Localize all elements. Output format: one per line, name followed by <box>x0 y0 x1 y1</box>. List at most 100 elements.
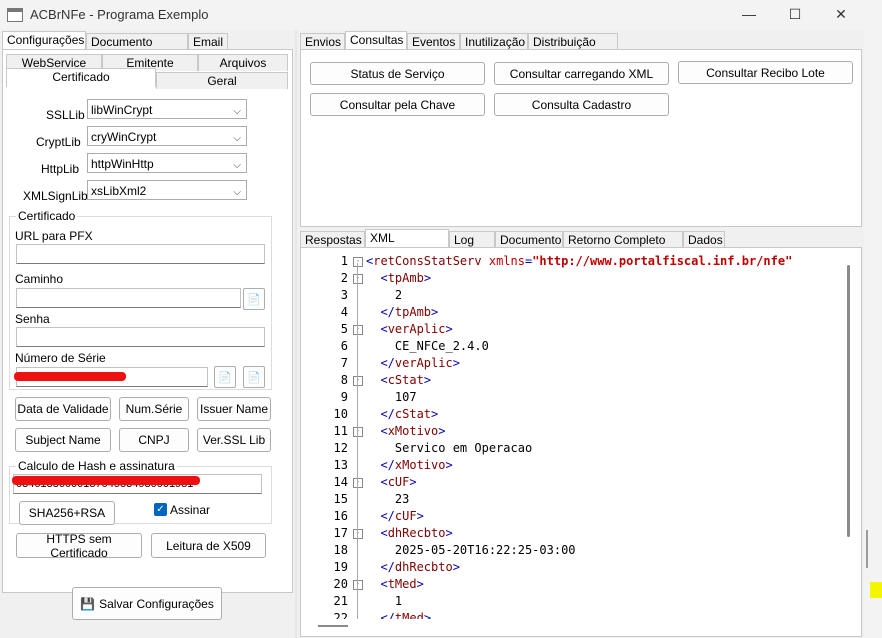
fold-toggle-icon[interactable]: - <box>353 427 363 437</box>
httplib-label: HttpLib <box>41 162 80 176</box>
xml-code: </verAplic> <box>380 356 460 370</box>
subject-name-button[interactable]: Subject Name <box>15 428 111 452</box>
ver-ssl-lib-button[interactable]: Ver.SSL Lib <box>197 428 271 452</box>
file-icon: 📄 <box>218 371 232 384</box>
xml-line: 2- <tpAmb> <box>304 270 844 287</box>
data-validade-button[interactable]: Data de Validade <box>15 397 111 421</box>
xml-code: 23 <box>366 492 410 506</box>
xml-line: 6 CE_NFCe_2.4.0 <box>304 338 844 355</box>
file-icon: 📄 <box>247 371 261 384</box>
line-number: 11 <box>333 424 348 438</box>
left-tabs: Configurações Documento Auxiliar Email <box>2 31 228 65</box>
ssllib-select[interactable]: libWinCrypt ⌵ <box>87 99 247 119</box>
caminho-input[interactable] <box>16 288 241 308</box>
xml-code: <retConsStatServ xmlns="http://www.porta… <box>366 254 793 268</box>
consultar-recibo-lote-button[interactable]: Consultar Recibo Lote <box>678 61 853 84</box>
fold-toggle-icon[interactable]: - <box>353 325 363 335</box>
tab-respostas[interactable]: Respostas <box>300 231 365 248</box>
cryptlib-select[interactable]: cryWinCrypt ⌵ <box>87 126 247 146</box>
tab-distribuicao-dfe[interactable]: Distribuição DFe <box>528 33 618 65</box>
num-serie-button[interactable]: Num.Série <box>119 397 189 421</box>
line-number: 17 <box>333 526 348 540</box>
tab-configuracoes[interactable]: Configurações <box>2 31 86 50</box>
minimize-button[interactable]: — <box>726 0 772 30</box>
xml-line: 18 2025-05-20T16:22:25-03:00 <box>304 542 844 559</box>
tab-xml-resposta[interactable]: XML Resposta <box>365 229 449 261</box>
fold-toggle-icon[interactable]: - <box>353 274 363 284</box>
xml-code: </tMed> <box>380 611 432 619</box>
assinar-label: Assinar <box>170 503 211 517</box>
line-number: 5 <box>340 322 348 336</box>
app-icon <box>7 8 23 22</box>
chevron-down-icon: ⌵ <box>233 106 241 117</box>
vertical-scrollbar-thumb[interactable] <box>847 265 850 537</box>
tab-documento[interactable]: Documento <box>495 231 563 248</box>
line-number: 3 <box>340 288 348 302</box>
ssllib-label: SSLLib <box>46 108 85 122</box>
close-button[interactable]: ✕ <box>818 0 864 30</box>
edge-scroll-thumb <box>866 530 868 568</box>
consultar-pela-chave-button[interactable]: Consultar pela Chave <box>310 93 485 116</box>
leitura-x509-button[interactable]: Leitura de X509 <box>151 533 266 558</box>
fold-toggle-icon[interactable]: - <box>353 580 363 590</box>
consultar-carregando-xml-button[interactable]: Consultar carregando XML <box>494 62 669 85</box>
title-bar: ACBrNFe - Programa Exemplo — ☐ ✕ <box>0 0 882 30</box>
splitter[interactable] <box>295 30 297 638</box>
tab-arquivos[interactable]: Arquivos <box>198 54 288 71</box>
right-pane: Envios Consultas Eventos Inutilização Di… <box>298 30 882 638</box>
xml-line: 9 107 <box>304 389 844 406</box>
url-pfx-input[interactable] <box>16 244 265 264</box>
file-icon: 📄 <box>247 293 261 306</box>
xml-line: 22 </tMed> <box>304 610 844 619</box>
httplib-select[interactable]: httpWinHttp ⌵ <box>87 153 247 173</box>
maximize-button[interactable]: ☐ <box>772 0 818 30</box>
tab-inutilizacao[interactable]: Inutilização <box>460 33 528 50</box>
cnpj-button[interactable]: CNPJ <box>119 428 189 452</box>
serie-select-button[interactable]: 📄 <box>214 366 236 388</box>
tab-email[interactable]: Email <box>188 33 228 50</box>
xml-code: 2025-05-20T16:22:25-03:00 <box>366 543 576 557</box>
url-pfx-label: URL para PFX <box>15 229 93 243</box>
assinar-checkbox[interactable]: ✓ <box>154 503 167 516</box>
fold-guide <box>357 263 358 619</box>
xmlsignlib-select[interactable]: xsLibXml2 ⌵ <box>87 180 247 200</box>
xml-code: <cUF> <box>380 475 417 489</box>
caminho-browse-button[interactable]: 📄 <box>243 288 265 310</box>
numero-serie-label: Número de Série <box>15 351 106 365</box>
line-number: 12 <box>333 441 348 455</box>
xml-editor[interactable]: 1- <retConsStatServ xmlns="http://www.por… <box>304 251 848 619</box>
line-number: 2 <box>340 271 348 285</box>
hash-group-label: Calculo de Hash e assinatura <box>16 459 177 473</box>
tab-documento-auxiliar[interactable]: Documento Auxiliar <box>86 33 188 65</box>
tab-log[interactable]: Log <box>449 231 495 248</box>
fold-toggle-icon[interactable]: - <box>353 529 363 539</box>
redaction-mark <box>14 372 126 381</box>
tab-consultas[interactable]: Consultas <box>345 31 407 50</box>
salvar-configuracoes-button[interactable]: 💾 Salvar Configurações <box>72 587 222 620</box>
fold-toggle-icon[interactable]: - <box>353 478 363 488</box>
senha-input[interactable] <box>16 327 265 347</box>
xml-line: 7 </verAplic> <box>304 355 844 372</box>
xml-code: </dhRecbto> <box>380 560 460 574</box>
xml-code: <tMed> <box>380 577 424 591</box>
xml-code: <xMotivo> <box>380 424 446 438</box>
consulta-cadastro-button[interactable]: Consulta Cadastro <box>494 93 669 116</box>
tab-retorno-completo-ws[interactable]: Retorno Completo WS <box>563 231 683 263</box>
sha256-rsa-button[interactable]: SHA256+RSA <box>19 501 115 525</box>
issuer-name-button[interactable]: Issuer Name <box>197 397 271 421</box>
tab-geral[interactable]: Geral <box>156 72 288 89</box>
xml-line: 8- <cStat> <box>304 372 844 389</box>
status-servico-button[interactable]: Status de Serviço <box>310 62 485 85</box>
fold-toggle-icon[interactable]: - <box>353 257 363 267</box>
horizontal-scrollbar-thumb[interactable] <box>318 625 348 627</box>
right-tabs: Envios Consultas Eventos Inutilização Di… <box>300 31 618 65</box>
tab-eventos[interactable]: Eventos <box>407 33 460 50</box>
xml-line: 17- <dhRecbto> <box>304 525 844 542</box>
tab-envios[interactable]: Envios <box>300 33 345 50</box>
https-sem-certificado-button[interactable]: HTTPS sem Certificado <box>16 532 142 560</box>
fold-toggle-icon[interactable]: - <box>353 376 363 386</box>
caminho-label: Caminho <box>15 272 64 286</box>
tab-dados[interactable]: Dados <box>683 231 725 248</box>
serie-browse-button[interactable]: 📄 <box>243 366 265 388</box>
tab-certificado[interactable]: Certificado <box>6 68 156 87</box>
